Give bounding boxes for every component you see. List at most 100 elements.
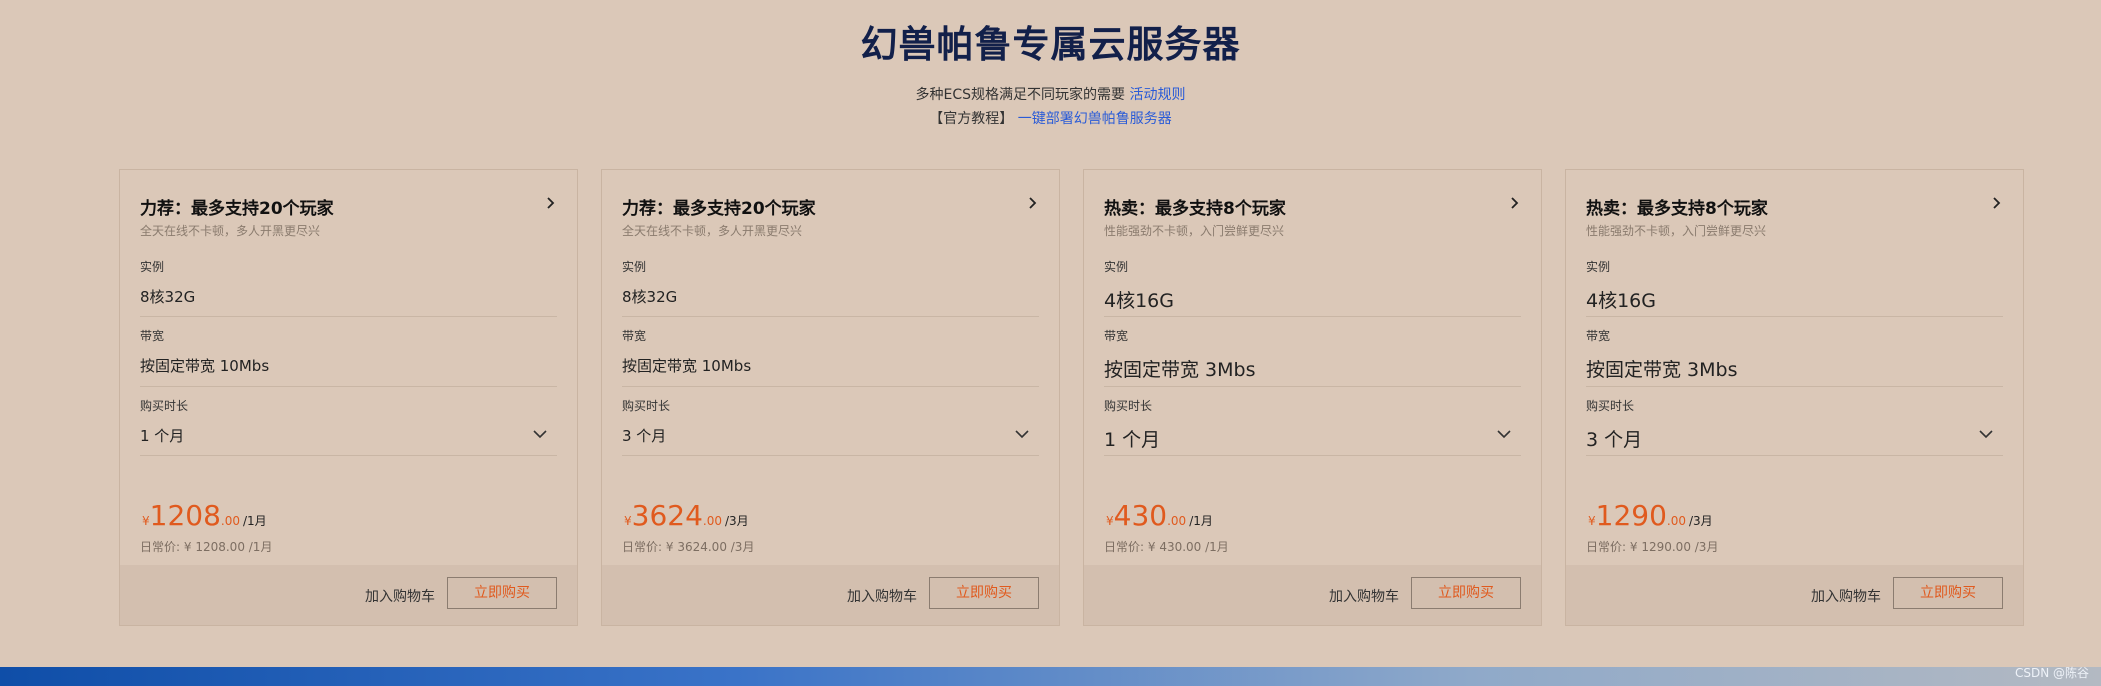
bandwidth-value: 按固定带宽 3Mbs: [1586, 359, 1738, 381]
buy-now-button[interactable]: 立即购买: [1411, 577, 1521, 609]
instance-label: 实例: [140, 260, 165, 274]
bandwidth-value: 按固定带宽 3Mbs: [1104, 359, 1256, 381]
watermark: CSDN @陈谷: [2014, 666, 2089, 680]
add-to-cart-button[interactable]: 加入购物车: [1811, 586, 1881, 606]
buy-now-button[interactable]: 立即购买: [929, 577, 1039, 609]
add-to-cart-button[interactable]: 加入购物车: [1329, 586, 1399, 606]
daily-price-value: ¥ 3624.00 /3月: [665, 540, 755, 554]
chevron-down-icon[interactable]: [1497, 429, 1511, 439]
daily-price-value: ¥ 430.00 /1月: [1147, 540, 1229, 554]
subtitle-text: 多种ECS规格满足不同玩家的需要: [915, 87, 1126, 103]
duration-select[interactable]: 1 个月: [140, 425, 184, 446]
currency-symbol: ¥: [624, 514, 632, 528]
price-integer: 1208: [149, 499, 221, 532]
daily-price-label: 日常价:: [1586, 540, 1627, 554]
card-title: 力荐：最多支持20个玩家: [140, 199, 334, 219]
price-decimal: .00: [702, 514, 722, 528]
product-cards: 力荐：最多支持20个玩家 全天在线不卡顿，多人开黑更尽兴 实例 8核32G 带宽…: [119, 169, 2024, 626]
divider: [1586, 455, 2003, 456]
divider: [140, 386, 557, 387]
divider: [1104, 386, 1521, 387]
bandwidth-label: 带宽: [140, 329, 165, 343]
bandwidth-value: 按固定带宽 10Mbs: [140, 357, 270, 375]
daily-price-label: 日常价:: [1104, 540, 1145, 554]
price-unit: /3月: [725, 514, 749, 528]
card-footer: 加入购物车 立即购买: [1566, 565, 2023, 625]
product-card: 力荐：最多支持20个玩家 全天在线不卡顿，多人开黑更尽兴 实例 8核32G 带宽…: [119, 169, 578, 626]
duration-label: 购买时长: [1104, 399, 1153, 413]
duration-select[interactable]: 1 个月: [1104, 425, 1160, 452]
instance-value: 8核32G: [622, 288, 678, 306]
chevron-right-icon[interactable]: [545, 196, 557, 210]
price-integer: 3624: [631, 499, 703, 532]
chevron-down-icon[interactable]: [533, 429, 547, 439]
daily-price-label: 日常价:: [622, 540, 663, 554]
add-to-cart-button[interactable]: 加入购物车: [365, 586, 435, 606]
instance-value: 4核16G: [1104, 290, 1174, 312]
page-subtitle: 多种ECS规格满足不同玩家的需要 活动规则: [0, 84, 2101, 104]
product-card: 力荐：最多支持20个玩家 全天在线不卡顿，多人开黑更尽兴 实例 8核32G 带宽…: [601, 169, 1060, 626]
card-footer: 加入购物车 立即购买: [120, 565, 577, 625]
card-title: 热卖：最多支持8个玩家: [1586, 199, 1768, 219]
price-integer: 430: [1113, 499, 1168, 532]
duration-label: 购买时长: [622, 399, 671, 413]
daily-price-label: 日常价:: [140, 540, 181, 554]
price-unit: /1月: [1189, 514, 1213, 528]
duration-label: 购买时长: [1586, 399, 1635, 413]
price-unit: /3月: [1689, 514, 1713, 528]
divider: [1586, 316, 2003, 317]
price-decimal: .00: [220, 514, 240, 528]
daily-price: 日常价: ¥ 430.00 /1月: [1104, 538, 1229, 555]
tutorial-prefix: 【官方教程】: [929, 111, 1014, 127]
currency-symbol: ¥: [1588, 514, 1596, 528]
bandwidth-label: 带宽: [1586, 329, 1611, 343]
card-title: 热卖：最多支持8个玩家: [1104, 199, 1286, 219]
duration-select[interactable]: 3 个月: [622, 425, 666, 446]
page-title: 幻兽帕鲁专属云服务器: [860, 23, 1241, 66]
chevron-down-icon[interactable]: [1979, 429, 1993, 439]
divider: [622, 455, 1039, 456]
card-footer: 加入购物车 立即购买: [602, 565, 1059, 625]
chevron-right-icon[interactable]: [1027, 196, 1039, 210]
instance-label: 实例: [1586, 260, 1611, 274]
chevron-right-icon[interactable]: [1509, 196, 1521, 210]
bandwidth-value: 按固定带宽 10Mbs: [622, 357, 752, 375]
daily-price: 日常价: ¥ 1208.00 /1月: [140, 538, 272, 555]
chevron-down-icon[interactable]: [1015, 429, 1029, 439]
product-card: 热卖：最多支持8个玩家 性能强劲不卡顿，入门尝鲜更尽兴 实例 4核16G 带宽 …: [1083, 169, 1542, 626]
divider: [622, 316, 1039, 317]
instance-value: 8核32G: [140, 288, 196, 306]
price-decimal: .00: [1666, 514, 1686, 528]
divider: [1586, 386, 2003, 387]
card-description: 性能强劲不卡顿，入门尝鲜更尽兴: [1586, 224, 1767, 238]
add-to-cart-button[interactable]: 加入购物车: [847, 586, 917, 606]
price: ¥3624.00/3月: [624, 499, 749, 532]
activity-rules-link[interactable]: 活动规则: [1129, 87, 1185, 103]
divider: [1104, 455, 1521, 456]
duration-select[interactable]: 3 个月: [1586, 425, 1642, 452]
price-decimal: .00: [1167, 514, 1187, 528]
currency-symbol: ¥: [1106, 514, 1114, 528]
divider: [140, 455, 557, 456]
card-footer: 加入购物车 立即购买: [1084, 565, 1541, 625]
price: ¥1208.00/1月: [142, 499, 267, 532]
buy-now-button[interactable]: 立即购买: [447, 577, 557, 609]
instance-label: 实例: [1104, 260, 1129, 274]
daily-price-value: ¥ 1208.00 /1月: [183, 540, 273, 554]
bottom-banner-bar: [0, 667, 2101, 686]
card-description: 全天在线不卡顿，多人开黑更尽兴: [140, 224, 321, 238]
price-integer: 1290: [1595, 499, 1667, 532]
duration-label: 购买时长: [140, 399, 189, 413]
price-unit: /1月: [243, 514, 267, 528]
price: ¥430.00/1月: [1106, 499, 1213, 532]
instance-label: 实例: [622, 260, 647, 274]
currency-symbol: ¥: [142, 514, 150, 528]
buy-now-button[interactable]: 立即购买: [1893, 577, 2003, 609]
chevron-right-icon[interactable]: [1991, 196, 2003, 210]
card-title: 力荐：最多支持20个玩家: [622, 199, 816, 219]
divider: [622, 386, 1039, 387]
deploy-tutorial-link[interactable]: 一键部署幻兽帕鲁服务器: [1018, 111, 1172, 127]
card-description: 全天在线不卡顿，多人开黑更尽兴: [622, 224, 803, 238]
card-description: 性能强劲不卡顿，入门尝鲜更尽兴: [1104, 224, 1285, 238]
divider: [1104, 316, 1521, 317]
